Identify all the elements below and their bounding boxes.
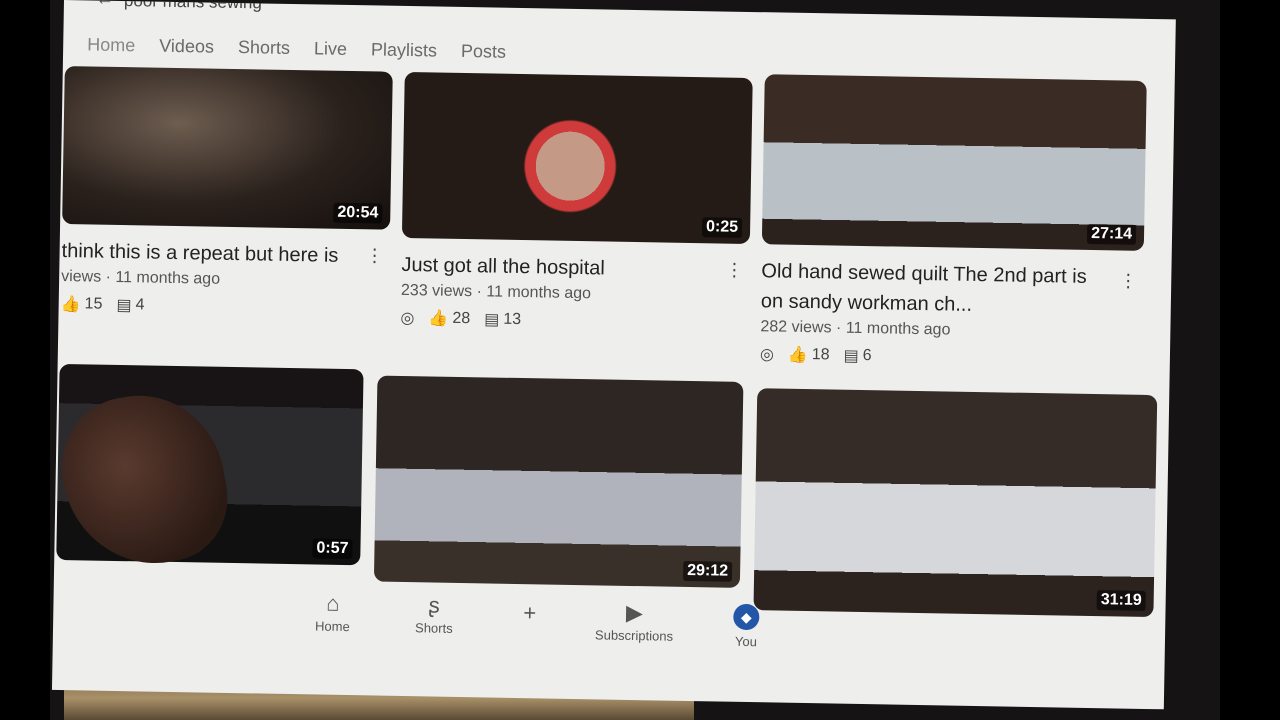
likes: 👍 28 (428, 308, 470, 329)
comment-icon: ▤ (843, 347, 859, 365)
video-thumbnail[interactable]: 31:19 (753, 388, 1158, 618)
nav-you[interactable]: ◆ You (733, 603, 760, 650)
video-card[interactable]: 0:25 ⋮ Just got all the hospital 233 vie… (400, 71, 753, 334)
globe-icon: ◎ (759, 346, 775, 364)
video-duration: 0:57 (312, 538, 353, 560)
thumbs-up-icon: 👍 (428, 310, 449, 328)
nav-subscriptions[interactable]: ▶ Subscriptions (594, 599, 674, 644)
tab-videos[interactable]: Videos (159, 36, 214, 58)
upload-age: 11 months ago (845, 319, 951, 339)
video-meta: views · 11 months ago (61, 267, 221, 288)
back-arrow-icon[interactable]: ← (96, 0, 114, 10)
more-options-icon[interactable]: ⋮ (725, 260, 743, 281)
video-title[interactable]: Just got all the hospital (401, 250, 749, 286)
nav-shorts[interactable]: ʂ Shorts (414, 592, 453, 636)
subscriptions-icon: ▶ (625, 599, 644, 626)
video-stats: 👍 15 ▤ 4 (61, 294, 389, 320)
comment-count: 13 (503, 310, 522, 329)
channel-tabs: Home Videos Shorts Live Playlists Posts (87, 34, 506, 62)
likes: 👍 15 (61, 294, 103, 315)
video-duration: 0:25 (701, 217, 743, 238)
more-options-icon[interactable]: ⋮ (365, 245, 383, 266)
nav-create[interactable]: + (523, 600, 536, 628)
video-thumbnail[interactable]: 27:14 (761, 74, 1147, 251)
thumbs-up-icon: 👍 (787, 346, 808, 365)
you-avatar-icon: ◆ (733, 603, 760, 631)
shorts-icon: ʂ (428, 592, 440, 618)
home-icon: ⌂ (325, 590, 340, 616)
plus-icon: + (523, 600, 537, 626)
nav-label: Shorts (414, 620, 453, 636)
video-card[interactable]: 29:12 (373, 375, 744, 588)
video-card[interactable]: 31:19 (753, 388, 1158, 618)
upload-age: 11 months ago (486, 283, 592, 303)
video-thumbnail[interactable]: 20:54 (62, 66, 393, 230)
video-card[interactable]: 27:14 ⋮ Old hand sewed quilt The 2nd par… (760, 74, 1147, 371)
globe-icon: ◎ (400, 309, 415, 328)
tab-playlists[interactable]: Playlists (371, 39, 437, 61)
comment-count: 6 (862, 346, 872, 365)
video-meta: 233 views · 11 months ago (400, 281, 592, 303)
view-count: 233 views (400, 281, 473, 301)
video-meta: 282 views · 11 months ago (760, 318, 951, 339)
likes: 👍 18 (788, 345, 830, 366)
video-title[interactable]: Old hand sewed quilt The 2nd part is on … (761, 256, 1144, 323)
upload-age: 11 months ago (115, 268, 221, 288)
comments: ▤ 6 (843, 346, 871, 366)
comment-count: 4 (135, 296, 145, 314)
video-stats: ◎ 👍 28 ▤ 13 (400, 308, 748, 334)
like-count: 28 (452, 309, 471, 328)
video-thumbnail[interactable]: 29:12 (373, 375, 744, 588)
video-stats: ◎ 👍 18 ▤ 6 (760, 344, 1142, 371)
nav-label: Subscriptions (594, 627, 674, 644)
comments: ▤ 4 (116, 295, 144, 315)
nav-home[interactable]: ⌂ Home (315, 590, 350, 634)
comments: ▤ 13 (484, 309, 521, 330)
video-title[interactable]: think this is a repeat but here is (61, 236, 389, 272)
view-count: 282 views (760, 318, 832, 337)
comment-icon: ▤ (484, 311, 500, 329)
comment-icon: ▤ (116, 296, 132, 315)
thumbs-up-icon: 👍 (60, 295, 81, 314)
tab-posts[interactable]: Posts (461, 41, 506, 63)
like-count: 15 (84, 295, 103, 313)
more-options-icon[interactable]: ⋮ (1119, 270, 1137, 291)
nav-label: You (734, 633, 758, 650)
video-duration: 20:54 (333, 202, 383, 224)
video-thumbnail[interactable]: 0:25 (401, 71, 753, 245)
tab-home[interactable]: Home (87, 34, 135, 56)
nav-label: Home (314, 618, 350, 635)
tab-live[interactable]: Live (314, 38, 347, 60)
tab-shorts[interactable]: Shorts (238, 37, 290, 59)
video-duration: 29:12 (683, 560, 733, 582)
video-duration: 27:14 (1086, 223, 1137, 245)
video-card[interactable]: 20:54 ⋮ think this is a repeat but here … (61, 66, 393, 320)
view-count: views (61, 267, 102, 286)
youtube-channel-screen: ← poor mans sewing Home Videos Shorts Li… (51, 0, 1176, 710)
like-count: 18 (811, 346, 830, 364)
